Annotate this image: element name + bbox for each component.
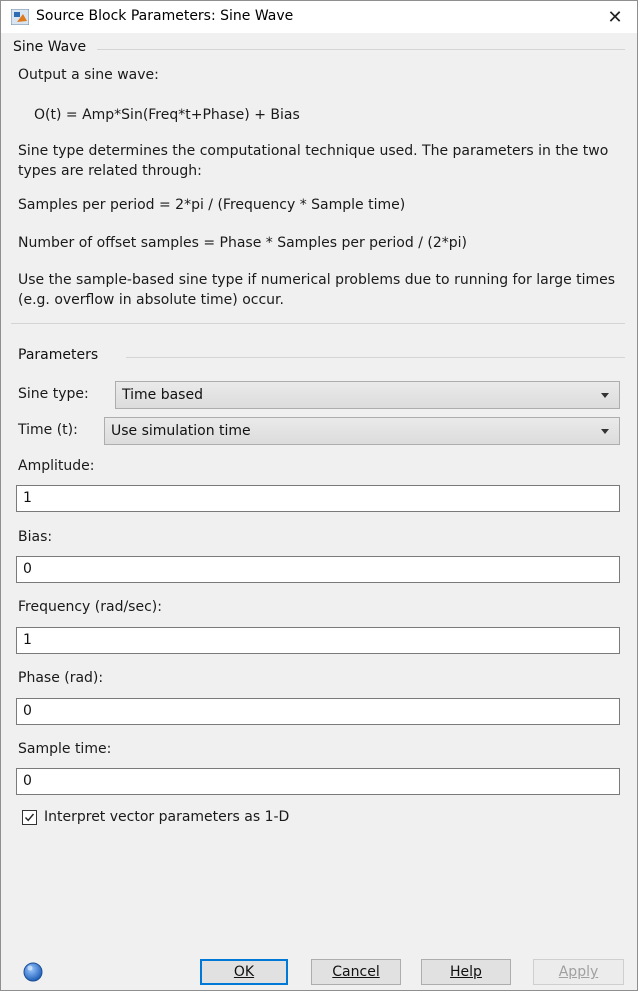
interpret-vector-checkbox[interactable] xyxy=(22,810,37,825)
sine-type-dropdown[interactable]: Time based xyxy=(115,381,620,409)
help-icon[interactable] xyxy=(23,962,43,982)
sine-type-value: Time based xyxy=(122,387,203,403)
description-text: Use the sample-based sine type if numeri… xyxy=(18,272,616,308)
cancel-button[interactable]: Cancel xyxy=(311,959,401,985)
time-label: Time (t): xyxy=(18,422,78,438)
interpret-vector-label[interactable]: Interpret vector parameters as 1-D xyxy=(44,809,289,825)
frequency-label: Frequency (rad/sec): xyxy=(18,599,162,615)
frequency-field[interactable]: 1 xyxy=(16,627,620,654)
bias-field[interactable]: 0 xyxy=(16,556,620,583)
chevron-down-icon xyxy=(601,393,609,398)
chevron-down-icon xyxy=(601,429,609,434)
description-text: Samples per period = 2*pi / (Frequency *… xyxy=(18,197,406,213)
bias-label: Bias: xyxy=(18,529,53,545)
description-text: Sine type determines the computational t… xyxy=(18,143,609,179)
parameters-group-title: Parameters xyxy=(18,347,99,363)
amplitude-field[interactable]: 1 xyxy=(16,485,620,512)
amplitude-label: Amplitude: xyxy=(18,458,95,474)
checkmark-icon xyxy=(24,813,35,822)
group-divider xyxy=(126,357,625,358)
close-icon[interactable]: ✕ xyxy=(593,1,637,33)
sample-time-label: Sample time: xyxy=(18,741,112,757)
simulink-icon xyxy=(10,8,30,26)
sine-type-label: Sine type: xyxy=(18,386,89,402)
group-divider xyxy=(97,49,625,50)
time-value: Use simulation time xyxy=(111,423,251,439)
description-text: Output a sine wave: xyxy=(18,67,159,83)
phase-label: Phase (rad): xyxy=(18,670,104,686)
formula-text: O(t) = Amp*Sin(Freq*t+Phase) + Bias xyxy=(34,107,300,123)
help-button[interactable]: Help xyxy=(421,959,511,985)
phase-field[interactable]: 0 xyxy=(16,698,620,725)
description-text: Number of offset samples = Phase * Sampl… xyxy=(18,235,467,251)
time-dropdown[interactable]: Use simulation time xyxy=(104,417,620,445)
group-divider xyxy=(11,323,625,324)
ok-button[interactable]: OK xyxy=(200,959,288,985)
description-group-title: Sine Wave xyxy=(13,39,87,55)
apply-button[interactable]: Apply xyxy=(533,959,624,985)
title-bar[interactable]: Source Block Parameters: Sine Wave ✕ xyxy=(1,1,637,33)
dialog-window: Source Block Parameters: Sine Wave ✕ Sin… xyxy=(0,0,638,991)
sample-time-field[interactable]: 0 xyxy=(16,768,620,795)
window-title: Source Block Parameters: Sine Wave xyxy=(36,8,294,24)
